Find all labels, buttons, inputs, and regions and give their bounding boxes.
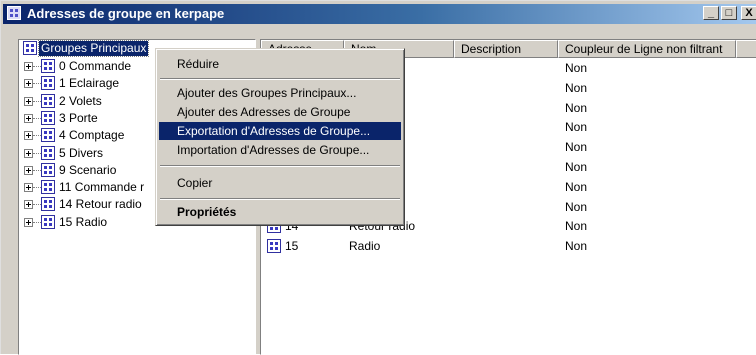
table-row[interactable]: 15 Radio Non [261,238,756,256]
cell-coupleur: Non [565,219,588,234]
maximize-button[interactable]: □ [721,6,737,20]
cell-coupleur: Non [565,140,588,155]
group-icon [23,41,37,55]
tree-item-label: 9 Scenario [59,162,117,177]
menu-separator [160,78,400,80]
group-icon [41,59,55,73]
expand-icon[interactable] [24,148,33,158]
menu-separator [160,165,400,167]
group-icon [41,214,55,229]
cell-coupleur: Non [565,199,588,214]
group-icon [41,110,55,125]
tree-item-label: 11 Commande r [59,180,145,195]
group-icon [41,76,55,91]
cell-nom: Radio [349,239,381,254]
group-icon [41,145,55,160]
close-button[interactable]: X [741,6,756,20]
tree-item-label: 3 Porte [59,110,98,125]
cell-coupleur: Non [565,61,588,75]
expand-icon[interactable] [24,79,33,89]
group-icon [41,93,55,108]
expand-icon[interactable] [24,131,33,141]
menu-item-proprietes[interactable]: Propriétés [159,203,401,221]
tree-root-label: Groupes Principaux [37,40,150,57]
tree-connector [33,152,41,154]
tree-connector [33,66,41,67]
tree-connector [33,117,41,119]
menu-item-ajouter-adresses[interactable]: Ajouter des Adresses de Groupe [159,103,401,121]
tree-item-label: 14 Retour radio [59,197,142,212]
column-header-extra[interactable] [736,40,756,58]
app-icon [7,6,21,20]
menu-separator [160,198,400,200]
group-icon [41,128,55,143]
cell-coupleur: Non [565,160,588,174]
minimize-button[interactable]: _ [703,6,719,20]
group-icon [41,180,55,195]
tree-item-label: 5 Divers [59,145,104,160]
menu-item-reduire[interactable]: Réduire [159,55,401,73]
group-icon [41,197,55,212]
tree-item-label: 15 Radio [59,214,108,229]
tree-connector [33,83,41,85]
window-title: Adresses de groupe en kerpape [27,6,225,21]
expand-icon[interactable] [24,183,33,193]
cell-coupleur: Non [565,120,588,135]
group-icon [41,162,55,177]
column-header-description[interactable]: Description [454,40,558,58]
context-menu: Réduire Ajouter des Groupes Principaux..… [155,48,405,226]
expand-icon[interactable] [24,113,33,123]
menu-item-copier[interactable]: Copier [159,174,401,192]
main-window: Adresses de groupe en kerpape _ □ X Grou… [0,0,756,355]
menu-item-ajouter-groupes[interactable]: Ajouter des Groupes Principaux... [159,84,401,102]
expand-icon[interactable] [24,200,33,210]
cell-coupleur: Non [565,100,588,115]
cell-coupleur: Non [565,239,588,254]
tree-connector [33,221,41,223]
tree-connector [33,169,41,171]
tree-connector [33,187,41,189]
tree-connector [33,100,41,102]
tree-item-label: 4 Comptage [59,128,125,143]
group-icon [267,239,281,254]
tree-item-label: 2 Volets [59,93,102,108]
tree-item-label: 1 Eclairage [59,76,120,91]
title-bar[interactable]: Adresses de groupe en kerpape _ □ X [3,4,756,24]
menu-item-exportation[interactable]: Exportation d'Adresses de Groupe... [159,122,401,140]
tree-item-label: 0 Commande [59,59,132,73]
tree-connector [33,135,41,137]
cell-coupleur: Non [565,179,588,194]
expand-icon[interactable] [24,62,33,71]
column-header-coupleur[interactable]: Coupleur de Ligne non filtrant [558,40,736,58]
menu-item-importation[interactable]: Importation d'Adresses de Groupe... [159,141,401,159]
cell-adresse: 15 [285,239,299,254]
expand-icon[interactable] [24,165,33,175]
tree-connector [33,204,41,206]
expand-icon[interactable] [24,96,33,106]
expand-icon[interactable] [24,217,33,227]
cell-coupleur: Non [565,80,588,95]
